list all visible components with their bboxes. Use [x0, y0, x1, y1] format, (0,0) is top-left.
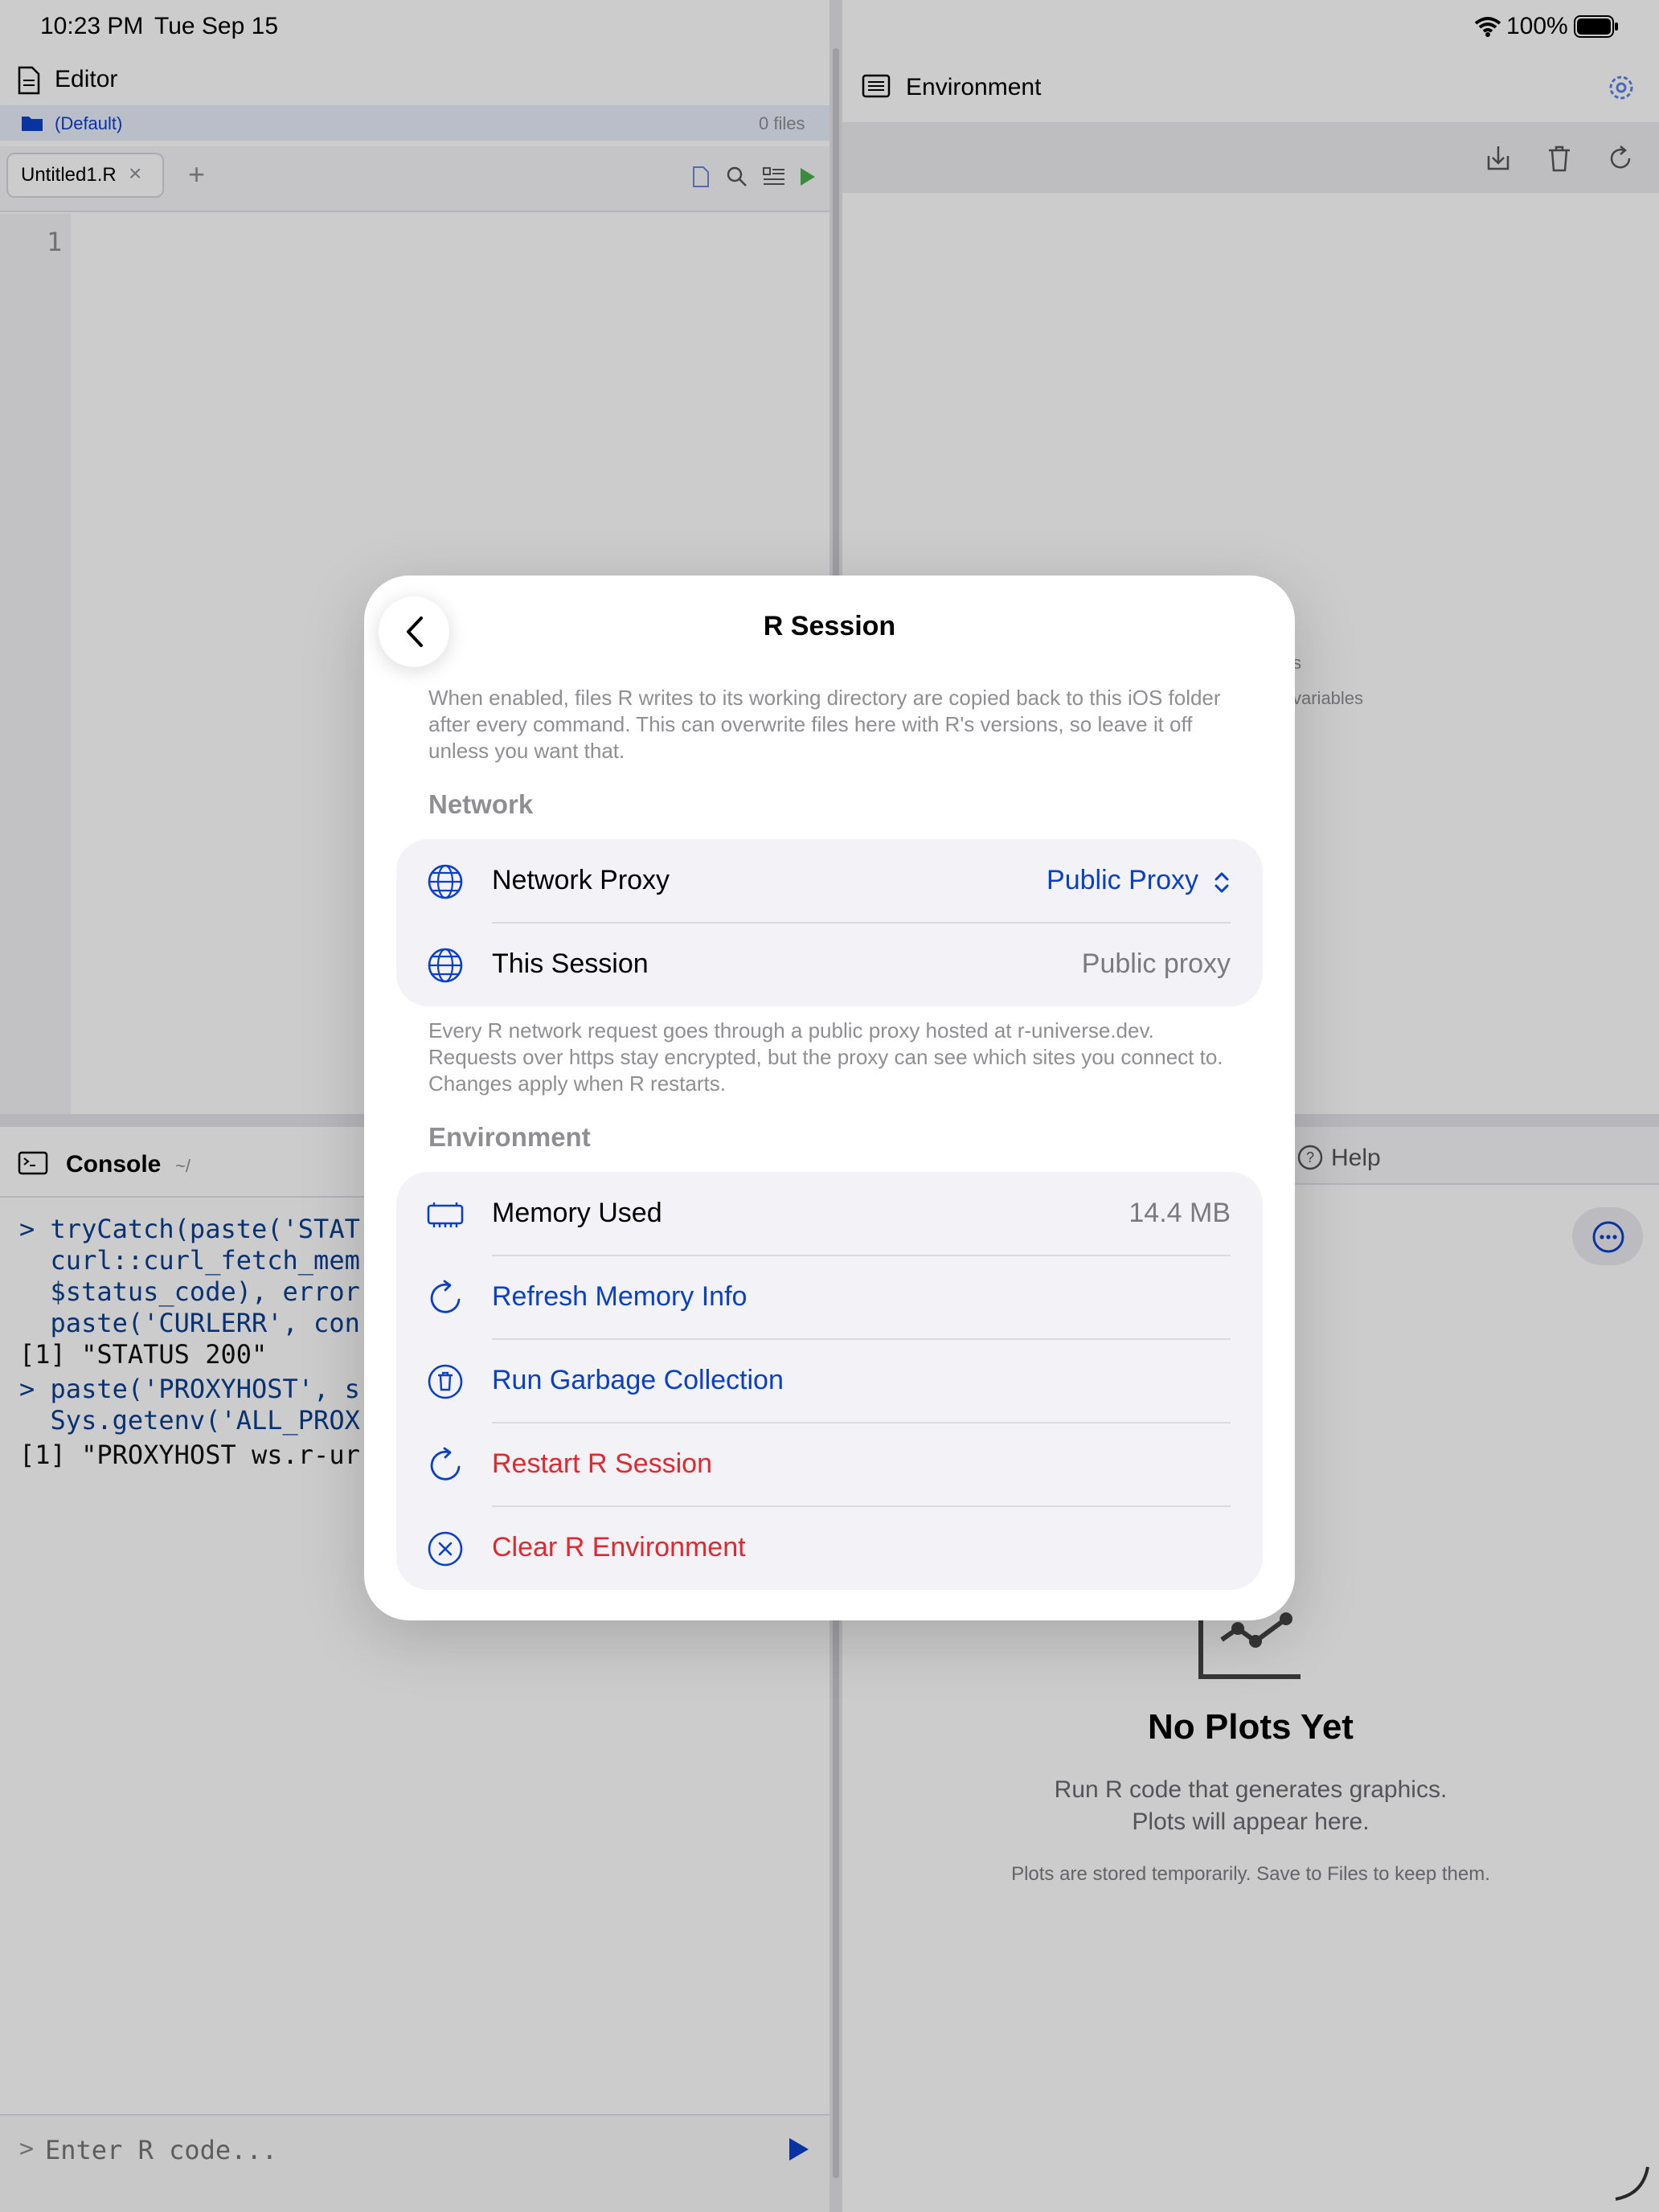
clear-environment-label: Clear R Environment — [492, 1532, 746, 1563]
sync-footnote: When enabled, files R writes to its work… — [428, 686, 1221, 763]
network-proxy-row[interactable]: Network Proxy Public Proxy — [396, 839, 1263, 923]
memory-chip-icon — [427, 1202, 464, 1227]
environment-group: Memory Used 14.4 MB Refresh Memory Info … — [396, 1172, 1263, 1590]
this-session-value: Public proxy — [1081, 948, 1231, 979]
network-group: Network Proxy Public Proxy This Session … — [396, 839, 1263, 1006]
memory-used-label: Memory Used — [492, 1198, 662, 1228]
trash-circle-icon — [428, 1364, 463, 1399]
refresh-memory-button[interactable]: Refresh Memory Info — [396, 1256, 1263, 1339]
xmark-circle-icon — [428, 1531, 463, 1567]
memory-used-value: 14.4 MB — [1129, 1198, 1231, 1228]
network-section-header: Network — [428, 789, 534, 819]
globe-icon — [428, 864, 463, 899]
restart-session-button[interactable]: Restart R Session — [396, 1423, 1263, 1506]
this-session-label: This Session — [492, 948, 649, 979]
garbage-collection-label: Run Garbage Collection — [492, 1365, 784, 1395]
refresh-icon — [430, 1280, 461, 1313]
clear-environment-button[interactable]: Clear R Environment — [396, 1506, 1263, 1590]
refresh-memory-label: Refresh Memory Info — [492, 1281, 748, 1312]
network-proxy-label: Network Proxy — [492, 865, 670, 895]
restart-session-label: Restart R Session — [492, 1448, 712, 1479]
globe-icon — [428, 948, 463, 983]
memory-used-row: Memory Used 14.4 MB — [396, 1172, 1263, 1256]
chevron-up-down-icon — [1215, 872, 1229, 893]
garbage-collection-button[interactable]: Run Garbage Collection — [396, 1339, 1263, 1423]
restart-icon — [430, 1447, 461, 1481]
r-session-sheet: R Session When enabled, files R writes t… — [364, 576, 1295, 1620]
this-session-row: This Session Public proxy — [396, 923, 1263, 1006]
sheet-title: R Session — [763, 611, 896, 641]
environment-section-header: Environment — [428, 1122, 591, 1152]
network-proxy-picker[interactable]: Public Proxy — [1047, 865, 1198, 896]
network-footnote: Every R network request goes through a p… — [428, 1018, 1223, 1096]
